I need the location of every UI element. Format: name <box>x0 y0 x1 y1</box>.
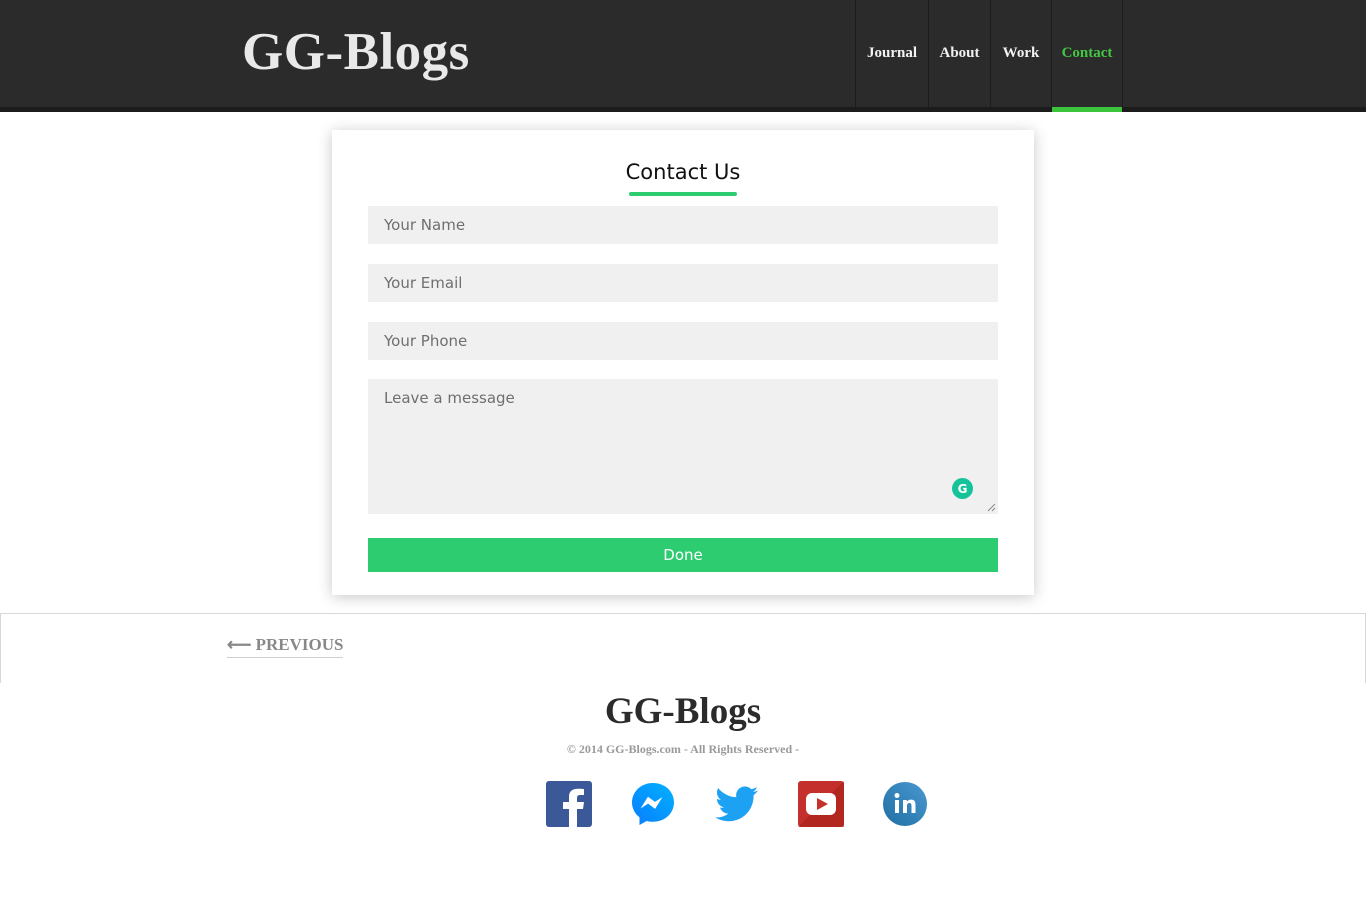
messenger-icon[interactable] <box>630 781 676 827</box>
nav-about[interactable]: About <box>928 0 990 107</box>
done-button[interactable]: Done <box>368 538 998 572</box>
previous-link[interactable]: ⟵ PREVIOUS <box>227 635 344 658</box>
main-nav: Journal About Work Contact <box>855 0 1123 112</box>
contact-card: Contact Us G Done <box>332 130 1034 595</box>
site-header: GG-Blogs Journal About Work Contact <box>0 0 1366 112</box>
contact-title: Contact Us <box>625 160 741 184</box>
linkedin-icon[interactable] <box>882 781 928 827</box>
youtube-icon[interactable] <box>798 781 844 827</box>
grammarly-glyph: G <box>957 481 968 496</box>
email-input[interactable] <box>368 264 998 302</box>
nav-journal[interactable]: Journal <box>855 0 928 107</box>
grammarly-icon[interactable]: G <box>952 478 973 499</box>
facebook-icon[interactable] <box>546 781 592 827</box>
phone-input[interactable] <box>368 322 998 360</box>
post-pager: ⟵ PREVIOUS <box>0 613 1366 683</box>
name-input[interactable] <box>368 206 998 244</box>
nav-contact[interactable]: Contact <box>1051 0 1123 112</box>
footer-logo: GG-Blogs <box>604 691 762 732</box>
title-underline <box>629 192 737 196</box>
twitter-icon[interactable] <box>714 781 760 827</box>
nav-work[interactable]: Work <box>990 0 1051 107</box>
message-textarea[interactable] <box>368 379 998 514</box>
resize-grip-icon[interactable] <box>987 503 996 512</box>
copyright-text: © 2014 GG-Blogs.com - All Rights Reserve… <box>566 742 800 756</box>
site-logo[interactable]: GG-Blogs <box>242 22 470 82</box>
